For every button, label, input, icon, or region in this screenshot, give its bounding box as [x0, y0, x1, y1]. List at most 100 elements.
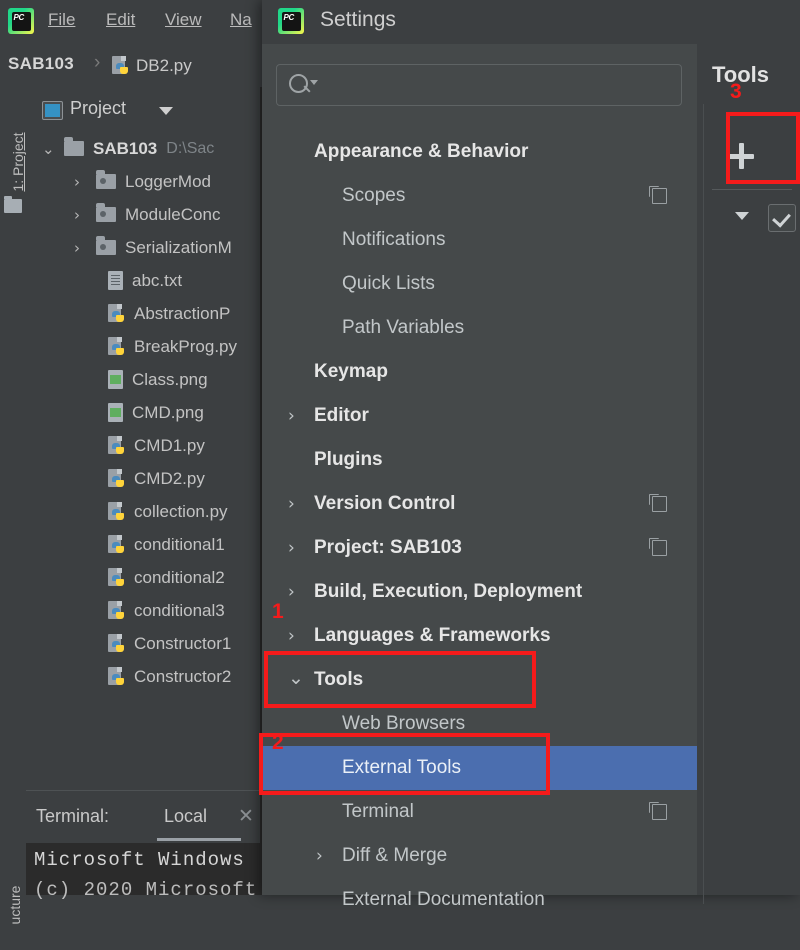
- chevron-right-icon[interactable]: ›: [288, 582, 295, 602]
- chevron-right-icon[interactable]: ›: [288, 626, 295, 646]
- tree-row-collection[interactable]: collection.py: [26, 495, 260, 528]
- settings-item-terminal[interactable]: Terminal: [262, 790, 697, 834]
- folder-icon: [64, 137, 84, 156]
- settings-item-label: Version Control: [314, 493, 456, 514]
- breadcrumb-file-label: DB2.py: [136, 56, 192, 75]
- annotation-number-1: 1: [272, 600, 284, 623]
- chevron-right-icon[interactable]: ›: [316, 846, 323, 866]
- settings-item-label: Path Variables: [342, 317, 465, 338]
- menu-item-view[interactable]: View: [165, 10, 202, 30]
- settings-item-appearance-behavior[interactable]: Appearance & Behavior: [262, 130, 697, 174]
- settings-item-version-control[interactable]: › Version Control: [262, 482, 697, 526]
- tree-row-loggermod[interactable]: › LoggerMod: [26, 165, 260, 198]
- tree-label: abc.txt: [132, 270, 183, 290]
- terminal-tab-underline: [157, 838, 241, 841]
- settings-item-diff-merge[interactable]: › Diff & Merge: [262, 834, 697, 878]
- settings-item-plugins[interactable]: Plugins: [262, 438, 697, 482]
- copy-icon: [649, 494, 667, 512]
- module-folder-icon: [96, 236, 116, 255]
- breadcrumb-file[interactable]: DB2.py: [112, 56, 192, 76]
- chevron-down-icon[interactable]: ⌄: [42, 140, 55, 158]
- settings-item-build-execution-deployment[interactable]: › Build, Execution, Deployment: [262, 570, 697, 614]
- menu-item-file[interactable]: File: [48, 10, 75, 30]
- menu-file-label: File: [48, 10, 76, 29]
- terminal-label: Terminal:: [36, 806, 110, 826]
- settings-item-quick-lists[interactable]: Quick Lists: [262, 262, 697, 306]
- terminal-tab-local[interactable]: Local: [164, 806, 207, 827]
- chevron-right-icon[interactable]: ›: [74, 239, 80, 257]
- tree-label: SAB103: [93, 138, 158, 158]
- breadcrumb-separator: ›: [94, 52, 101, 73]
- settings-item-project-sab103[interactable]: › Project: SAB103: [262, 526, 697, 570]
- settings-item-scopes[interactable]: Scopes: [262, 174, 697, 218]
- annotation-box-1: [264, 651, 536, 708]
- settings-item-label: Quick Lists: [342, 273, 435, 294]
- pycharm-logo-icon: [278, 8, 304, 34]
- tree-label: collection.py: [134, 501, 228, 521]
- tree-label: CMD.png: [132, 402, 204, 422]
- tree-row-serialization[interactable]: › SerializationM: [26, 231, 260, 264]
- checkmark-icon[interactable]: [768, 204, 796, 232]
- tree-row-sab103[interactable]: ⌄ SAB103 D:\Sac: [26, 132, 260, 165]
- tree-row-constructor1[interactable]: Constructor1: [26, 627, 260, 660]
- tree-row-cmd1[interactable]: CMD1.py: [26, 429, 260, 462]
- tree-row-abc-txt[interactable]: abc.txt: [26, 264, 260, 297]
- python-file-icon: [112, 56, 129, 76]
- close-icon[interactable]: ✕: [238, 805, 254, 828]
- chevron-right-icon[interactable]: ›: [288, 538, 295, 558]
- tree-row-constructor2[interactable]: Constructor2: [26, 660, 260, 693]
- tree-label: SerializationM: [125, 237, 232, 257]
- pane-divider: [703, 104, 704, 904]
- python-file-icon: [108, 567, 125, 588]
- tree-label: conditional3: [134, 600, 225, 620]
- settings-item-label: External Documentation: [342, 889, 545, 910]
- chevron-down-icon[interactable]: [159, 107, 173, 115]
- menu-item-navigate[interactable]: Na: [230, 10, 252, 30]
- settings-item-label: Web Browsers: [342, 713, 466, 734]
- annotation-number-3: 3: [730, 80, 742, 103]
- menu-edit-label: Edit: [106, 10, 136, 29]
- module-folder-icon: [96, 203, 116, 222]
- module-folder-icon: [96, 170, 116, 189]
- settings-item-path-variables[interactable]: Path Variables: [262, 306, 697, 350]
- settings-item-label: Plugins: [314, 449, 383, 470]
- python-file-icon: [108, 303, 125, 324]
- terminal-line-1: Microsoft Windows: [34, 849, 245, 871]
- settings-item-editor[interactable]: › Editor: [262, 394, 697, 438]
- caret-down-icon[interactable]: [735, 212, 749, 220]
- tree-row-cmd-png[interactable]: CMD.png: [26, 396, 260, 429]
- settings-dialog-title: Settings: [320, 8, 396, 31]
- caret-down-icon[interactable]: [310, 80, 318, 85]
- settings-item-notifications[interactable]: Notifications: [262, 218, 697, 262]
- tree-row-conditional2[interactable]: conditional2: [26, 561, 260, 594]
- python-file-icon: [108, 468, 125, 489]
- folder-icon: [4, 196, 22, 213]
- settings-item-label: Terminal: [342, 801, 414, 822]
- copy-icon: [649, 802, 667, 820]
- terminal-line-2: (c) 2020 Microsoft: [34, 879, 258, 901]
- breadcrumb-project[interactable]: SAB103: [8, 54, 74, 74]
- tree-label: LoggerMod: [125, 171, 212, 191]
- tree-row-cmd2[interactable]: CMD2.py: [26, 462, 260, 495]
- chevron-right-icon[interactable]: ›: [74, 173, 80, 191]
- annotation-box-3: [726, 112, 800, 184]
- settings-item-label: Languages & Frameworks: [314, 625, 551, 646]
- chevron-right-icon[interactable]: ›: [74, 206, 80, 224]
- tree-label: conditional1: [134, 534, 225, 554]
- settings-search-input[interactable]: [276, 64, 682, 106]
- tree-row-class-png[interactable]: Class.png: [26, 363, 260, 396]
- tree-label: Constructor1: [134, 633, 232, 653]
- menu-item-edit[interactable]: Edit: [106, 10, 135, 30]
- tree-row-abstractionp[interactable]: AbstractionP: [26, 297, 260, 330]
- tree-row-conditional1[interactable]: conditional1: [26, 528, 260, 561]
- tree-row-moduleconc[interactable]: › ModuleConc: [26, 198, 260, 231]
- settings-item-keymap[interactable]: Keymap: [262, 350, 697, 394]
- sidebar-tab-structure[interactable]: ucture: [2, 860, 28, 950]
- settings-item-external-documentation[interactable]: External Documentation: [262, 878, 697, 922]
- tree-row-breakprog[interactable]: BreakProg.py: [26, 330, 260, 363]
- chevron-right-icon[interactable]: ›: [288, 494, 295, 514]
- tree-row-conditional3[interactable]: conditional3: [26, 594, 260, 627]
- menu-navigate-label: Na: [230, 10, 252, 29]
- project-panel-title: Project: [70, 98, 127, 118]
- chevron-right-icon[interactable]: ›: [288, 406, 295, 426]
